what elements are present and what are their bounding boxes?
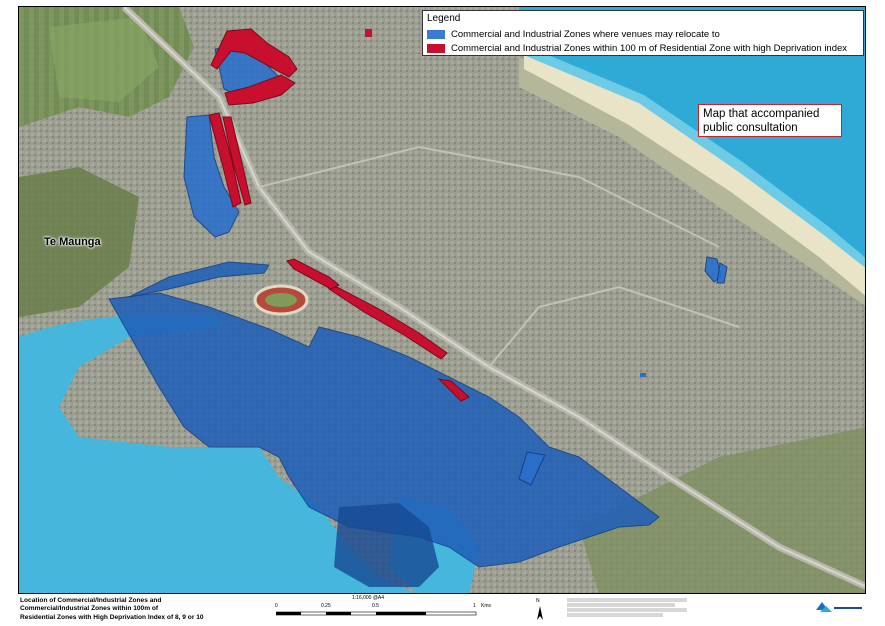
scale-tick-05: 0.5 bbox=[372, 603, 379, 609]
aerial-map bbox=[19, 7, 865, 593]
map-page: Te Maunga Legend Commercial and Industri… bbox=[0, 0, 885, 626]
annotation-line-1: Map that accompanied bbox=[703, 108, 820, 120]
annotation-line-2: public consultation bbox=[703, 122, 798, 134]
legend-label-blue: Commercial and Industrial Zones where ve… bbox=[451, 28, 720, 40]
map-view[interactable] bbox=[18, 6, 866, 594]
scale-tick-1: 1 bbox=[473, 603, 476, 609]
council-logo-icon bbox=[816, 602, 862, 612]
legend-item-blue: Commercial and Industrial Zones where ve… bbox=[427, 28, 720, 40]
scale-ratio: 1:16,000 @A4 bbox=[352, 595, 385, 601]
title-line-3: Residential Zones with High Deprivation … bbox=[20, 613, 204, 621]
title-line-1: Location of Commercial/Industrial Zones … bbox=[20, 597, 162, 604]
place-label-te-maunga: Te Maunga bbox=[44, 236, 101, 248]
zone-red-dot bbox=[365, 29, 372, 37]
legend-label-red: Commercial and Industrial Zones within 1… bbox=[451, 42, 848, 54]
disclaimer-text bbox=[567, 598, 687, 617]
legend-swatch-red bbox=[427, 43, 445, 53]
scale-tick-025: 0.25 bbox=[321, 603, 331, 609]
legend-swatch-blue bbox=[427, 29, 445, 39]
racetrack-infield bbox=[265, 293, 297, 307]
legend-title: Legend bbox=[427, 13, 461, 24]
title-line-2: Commercial/Industrial Zones within 100m … bbox=[20, 605, 159, 613]
scale-unit: Kms bbox=[481, 603, 491, 609]
consultation-annotation: Map that accompanied public consultation bbox=[698, 104, 842, 137]
scale-bar bbox=[276, 611, 477, 616]
north-arrow-icon bbox=[537, 606, 543, 620]
map-title-block: Location of Commercial/Industrial Zones … bbox=[20, 597, 204, 622]
scale-tick-0: 0 bbox=[275, 603, 278, 609]
zone-blue-tiny bbox=[640, 373, 646, 377]
map-legend: Legend Commercial and Industrial Zones w… bbox=[422, 10, 864, 56]
legend-item-red: Commercial and Industrial Zones within 1… bbox=[427, 42, 847, 54]
